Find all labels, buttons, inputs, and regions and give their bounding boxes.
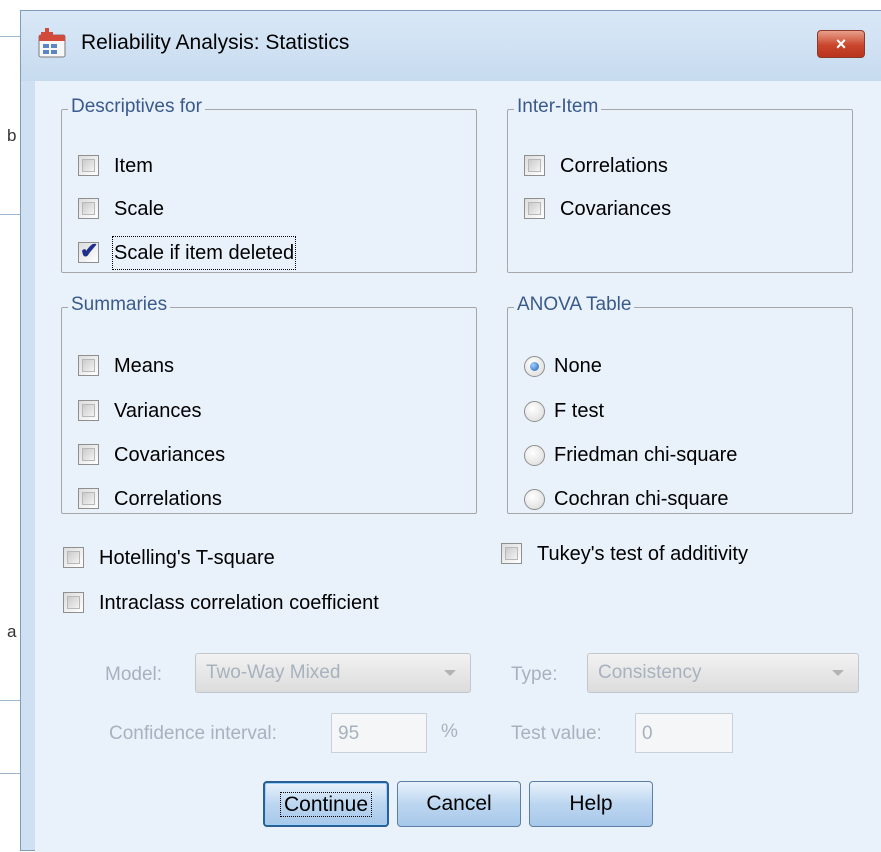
- continue-button-label: Continue: [279, 792, 373, 817]
- anova-table-group-title: ANOVA Table: [514, 294, 635, 316]
- title-bar[interactable]: Reliability Analysis: Statistics ×: [21, 11, 881, 81]
- anova-f-test-radio[interactable]: [524, 401, 545, 422]
- anova-table-group: ANOVA Table None F test Friedman chi-squ…: [507, 294, 853, 514]
- tukey-checkbox[interactable]: [501, 543, 522, 564]
- item-checkbox[interactable]: [78, 155, 99, 176]
- anova-none-label: None: [554, 355, 602, 377]
- anova-cochran-radio[interactable]: [524, 489, 545, 510]
- confidence-interval-input[interactable]: 95: [331, 713, 427, 753]
- background-divider: [0, 700, 22, 701]
- anova-f-test-row[interactable]: F test: [524, 396, 774, 426]
- test-value-input[interactable]: 0: [635, 713, 733, 753]
- model-dropdown[interactable]: Two-Way Mixed: [195, 653, 471, 693]
- chevron-down-icon: [444, 670, 456, 676]
- checkmark-icon: ✔: [80, 238, 99, 263]
- anova-friedman-row[interactable]: Friedman chi-square: [524, 440, 824, 470]
- summaries-means-label: Means: [114, 355, 175, 377]
- inter-item-group-title: Inter-Item: [514, 96, 602, 118]
- background-divider: [0, 36, 22, 37]
- cancel-button-label: Cancel: [426, 792, 492, 815]
- icc-checkbox-row[interactable]: Intraclass correlation coefficient: [63, 588, 483, 618]
- test-value-label: Test value:: [511, 723, 602, 744]
- summaries-variances-label: Variances: [114, 400, 202, 422]
- type-value: Consistency: [598, 662, 702, 683]
- confidence-interval-label: Confidence interval:: [109, 723, 277, 744]
- close-button[interactable]: ×: [817, 30, 865, 58]
- anova-friedman-label: Friedman chi-square: [554, 444, 738, 466]
- summaries-correlations-row[interactable]: Correlations: [78, 484, 328, 514]
- summaries-correlations-label: Correlations: [114, 488, 222, 510]
- help-button-label: Help: [569, 792, 613, 815]
- summaries-covariances-row[interactable]: Covariances: [78, 440, 328, 470]
- model-label: Model:: [105, 664, 163, 685]
- summaries-group-title: Summaries: [68, 294, 171, 316]
- summaries-variances-checkbox[interactable]: [78, 400, 99, 421]
- scale-checkbox-row[interactable]: Scale: [78, 194, 278, 224]
- background-divider: [0, 773, 22, 774]
- anova-f-test-label: F test: [554, 400, 605, 422]
- descriptives-group-title: Descriptives for: [68, 96, 205, 118]
- inter-item-correlations-label: Correlations: [560, 155, 668, 177]
- descriptives-group: Descriptives for Item Scale ✔ Scale if i…: [61, 96, 477, 273]
- dialog-title: Reliability Analysis: Statistics: [81, 31, 350, 54]
- summaries-variances-row[interactable]: Variances: [78, 396, 328, 426]
- model-value: Two-Way Mixed: [206, 662, 341, 683]
- summaries-covariances-checkbox[interactable]: [78, 444, 99, 465]
- inter-item-correlations-row[interactable]: Correlations: [524, 151, 774, 181]
- tukey-label: Tukey's test of additivity: [537, 543, 748, 565]
- type-dropdown[interactable]: Consistency: [587, 653, 859, 693]
- summaries-covariances-label: Covariances: [114, 444, 226, 466]
- icc-label: Intraclass correlation coefficient: [99, 592, 379, 614]
- percent-unit-label: %: [441, 721, 458, 742]
- scale-if-item-deleted-checkbox-row[interactable]: ✔ Scale if item deleted: [78, 236, 378, 270]
- anova-none-radio[interactable]: [524, 356, 545, 377]
- anova-cochran-row[interactable]: Cochran chi-square: [524, 484, 824, 514]
- item-checkbox-row[interactable]: Item: [78, 151, 278, 181]
- item-label: Item: [114, 155, 153, 177]
- hotelling-label: Hotelling's T-square: [99, 547, 275, 569]
- chevron-down-icon: [832, 670, 844, 676]
- spss-dialog-icon: [38, 28, 66, 58]
- help-button[interactable]: Help: [529, 781, 653, 827]
- dialog-body: Descriptives for Item Scale ✔ Scale if i…: [35, 81, 881, 852]
- scale-if-item-deleted-checkbox[interactable]: ✔: [78, 238, 99, 263]
- inter-item-covariances-checkbox[interactable]: [524, 198, 545, 219]
- background-text-fragment: a: [7, 622, 17, 641]
- anova-cochran-label: Cochran chi-square: [554, 488, 729, 510]
- cancel-button[interactable]: Cancel: [397, 781, 521, 827]
- anova-friedman-radio[interactable]: [524, 445, 545, 466]
- scale-if-item-deleted-label: Scale if item deleted: [111, 236, 297, 270]
- scale-checkbox[interactable]: [78, 198, 99, 219]
- hotelling-checkbox[interactable]: [63, 547, 84, 568]
- inter-item-covariances-row[interactable]: Covariances: [524, 194, 774, 224]
- reliability-statistics-dialog: Reliability Analysis: Statistics × Descr…: [20, 10, 881, 852]
- close-icon: ×: [835, 34, 847, 54]
- hotelling-checkbox-row[interactable]: Hotelling's T-square: [63, 543, 363, 573]
- inter-item-covariances-label: Covariances: [560, 198, 672, 220]
- scale-label: Scale: [114, 198, 165, 220]
- continue-button[interactable]: Continue: [263, 781, 389, 827]
- summaries-correlations-checkbox[interactable]: [78, 488, 99, 509]
- summaries-means-checkbox[interactable]: [78, 355, 99, 376]
- test-value-value: 0: [642, 723, 653, 744]
- confidence-interval-value: 95: [338, 723, 360, 744]
- background-text-fragment: b: [7, 126, 17, 145]
- summaries-means-row[interactable]: Means: [78, 351, 328, 381]
- tukey-checkbox-row[interactable]: Tukey's test of additivity: [501, 539, 821, 569]
- background-divider: [0, 214, 22, 215]
- icc-checkbox[interactable]: [63, 592, 84, 613]
- type-label: Type:: [511, 664, 558, 685]
- anova-none-row[interactable]: None: [524, 351, 774, 381]
- inter-item-group: Inter-Item Correlations Covariances: [507, 96, 853, 273]
- summaries-group: Summaries Means Variances Covariances Co…: [61, 294, 477, 514]
- inter-item-correlations-checkbox[interactable]: [524, 155, 545, 176]
